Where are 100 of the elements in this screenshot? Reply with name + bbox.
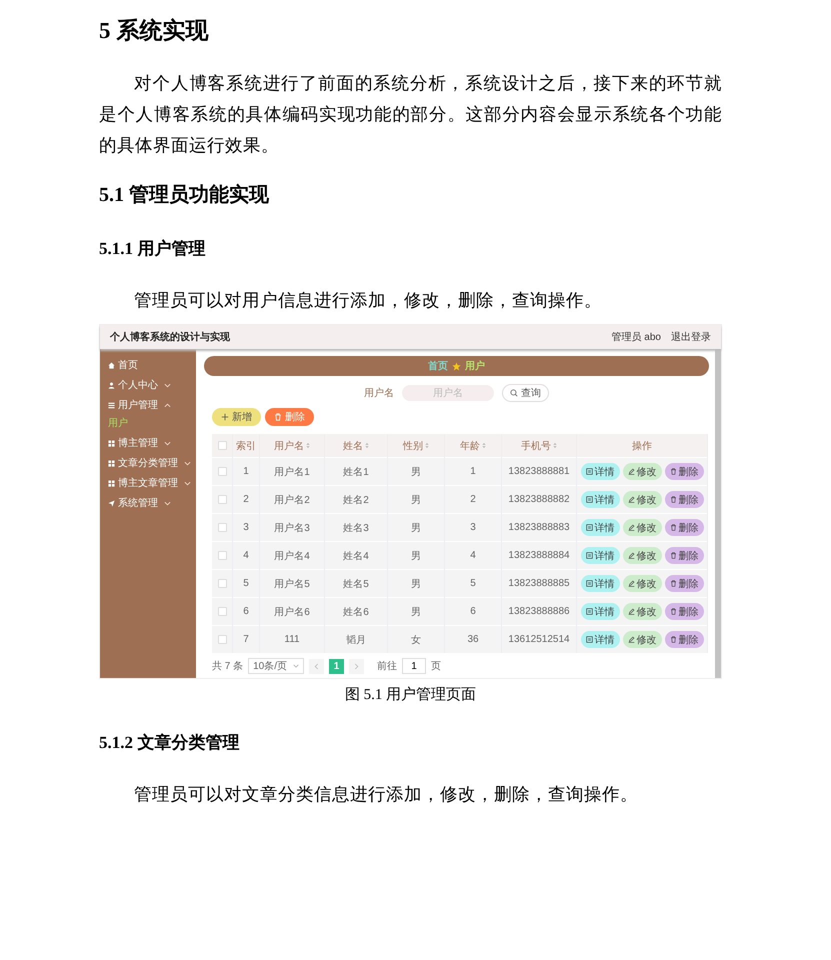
page-size-select[interactable]: 10条/页 <box>248 658 304 674</box>
edit-button[interactable]: 修改 <box>622 631 662 648</box>
trash-icon <box>670 636 676 643</box>
sidebar-item[interactable]: 文章分类管理 <box>100 453 196 473</box>
left-chevron-icon <box>314 662 320 670</box>
detail-button[interactable]: 详情 <box>580 631 620 648</box>
table-cell: 6 <box>470 606 476 617</box>
trash-icon <box>670 608 676 615</box>
pencil-icon <box>628 468 634 475</box>
search-icon <box>510 389 518 397</box>
detail-button[interactable]: 详情 <box>580 547 620 564</box>
previous-page-button[interactable] <box>309 658 324 674</box>
sort-icon <box>482 442 486 449</box>
row-checkbox[interactable] <box>218 578 226 588</box>
detail-button[interactable]: 详情 <box>580 603 620 620</box>
pencil-icon <box>628 608 634 615</box>
table-cell: 13823888882 <box>508 494 570 505</box>
edit-button[interactable]: 修改 <box>622 603 662 620</box>
document-icon <box>586 552 592 559</box>
scrollbar[interactable] <box>715 349 721 678</box>
table-cell: 男 <box>411 522 421 534</box>
pencil-icon <box>628 580 634 587</box>
detail-button[interactable]: 详情 <box>580 463 620 480</box>
search-field[interactable]: 用户名 <box>402 385 494 401</box>
table-cell: 4 <box>470 550 476 561</box>
edit-button[interactable]: 修改 <box>622 575 662 592</box>
page-number-field[interactable]: 1 <box>402 658 426 674</box>
delete-button[interactable]: 删除 <box>664 519 704 536</box>
table-cell: 姓名3 <box>343 522 369 534</box>
subsection-heading: 5.1.1 用户管理 <box>99 238 206 260</box>
app-title: 个人博客系统的设计与实现 <box>110 330 230 344</box>
sort-icon <box>306 442 310 449</box>
document-icon <box>586 468 592 475</box>
paragraph: 管理员可以对文章分类信息进行添加，修改，删除，查询操作。 <box>133 783 640 806</box>
table-cell: 5 <box>243 578 249 589</box>
table-cell: 6 <box>243 606 249 617</box>
row-checkbox[interactable] <box>218 466 226 476</box>
table-cell: 姓名5 <box>343 578 369 590</box>
table-cell: 13823888881 <box>508 466 570 477</box>
edit-button[interactable]: 修改 <box>622 463 662 480</box>
list-icon <box>108 402 115 408</box>
search-label: 用户名 <box>364 386 394 400</box>
table-cell: 111 <box>284 634 300 645</box>
sidebar-item[interactable]: 首页 <box>100 355 196 375</box>
row-checkbox[interactable] <box>218 550 226 560</box>
table-cell: 用户名6 <box>274 606 310 618</box>
table-cell: 用户名3 <box>274 522 310 534</box>
logout-link[interactable]: 退出登录 <box>671 330 711 344</box>
chevron-icon <box>293 664 300 668</box>
grid-icon <box>108 460 115 466</box>
delete-button[interactable]: 删除 <box>664 463 704 480</box>
breadcrumb-link[interactable]: 用户 <box>465 359 485 373</box>
detail-button[interactable]: 详情 <box>580 519 620 536</box>
trash-icon <box>670 552 676 559</box>
person-icon <box>108 382 115 388</box>
sidebar-item[interactable]: 系统管理 <box>100 493 196 513</box>
next-page-button[interactable] <box>349 658 364 674</box>
edit-button[interactable]: 修改 <box>622 491 662 508</box>
pencil-icon <box>628 524 634 531</box>
detail-button[interactable]: 详情 <box>580 491 620 508</box>
select-all-checkbox[interactable] <box>218 440 226 450</box>
row-checkbox[interactable] <box>218 522 226 532</box>
detail-button[interactable]: 详情 <box>580 575 620 592</box>
subsection-heading: 5.1.2 文章分类管理 <box>99 732 240 754</box>
edit-button[interactable]: 修改 <box>622 547 662 564</box>
chapter-heading: 5 系统实现 <box>99 17 210 45</box>
table-cell: 36 <box>467 634 479 645</box>
goto-label: 前往 <box>377 660 398 673</box>
pencil-icon <box>628 552 634 559</box>
row-checkbox[interactable] <box>218 606 226 616</box>
add-button[interactable]: 新增 <box>212 408 261 426</box>
sidebar-item[interactable]: 用户管理 <box>100 395 196 415</box>
row-checkbox[interactable] <box>218 634 226 644</box>
sidebar-item[interactable]: 个人中心 <box>100 375 196 395</box>
grid-icon <box>108 480 115 486</box>
table-cell: 13823888886 <box>508 606 570 617</box>
delete-button[interactable]: 删除 <box>664 603 704 620</box>
grid-icon <box>108 440 115 446</box>
edit-button[interactable]: 修改 <box>622 519 662 536</box>
table-cell: 姓名6 <box>343 606 369 618</box>
pencil-icon <box>628 636 634 643</box>
row-checkbox[interactable] <box>218 494 226 504</box>
column-header: 操作 <box>632 440 652 452</box>
table-cell: 姓名2 <box>343 494 369 506</box>
sidebar-item[interactable]: 博主文章管理 <box>100 473 196 493</box>
search-button[interactable]: 查询 <box>502 384 549 402</box>
table-cell: 13612512514 <box>508 634 570 645</box>
table-cell: 2 <box>243 494 249 505</box>
document-icon <box>586 496 592 503</box>
table-cell: 13823888884 <box>508 550 570 561</box>
delete-button[interactable]: 删除 <box>664 547 704 564</box>
table-cell: 3 <box>470 522 476 533</box>
sidebar-item[interactable]: 博主管理 <box>100 433 196 453</box>
trash-icon <box>670 468 676 475</box>
delete-button[interactable]: 删除 <box>664 631 704 648</box>
admin-name: 管理员 abo <box>612 331 661 344</box>
home-icon <box>108 362 115 368</box>
table-cell: 3 <box>243 522 249 533</box>
delete-button[interactable]: 删除 <box>664 575 704 592</box>
delete-button[interactable]: 删除 <box>664 491 704 508</box>
